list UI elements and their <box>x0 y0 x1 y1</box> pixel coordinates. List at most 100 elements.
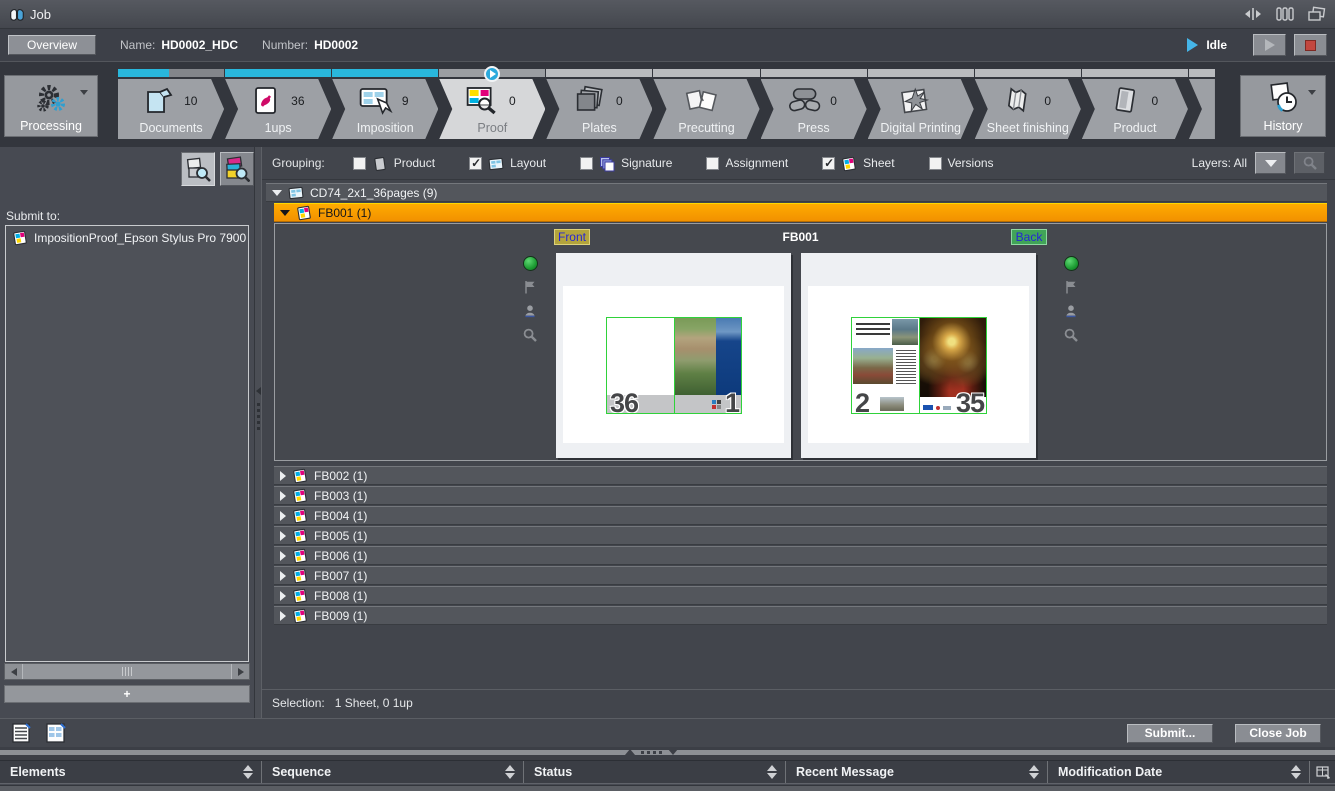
stop-processing-button[interactable] <box>1294 34 1327 56</box>
sheet-row[interactable]: FB006 (1) <box>274 546 1327 565</box>
grouping-option-label: Signature <box>621 156 673 170</box>
scrollbar-thumb[interactable] <box>22 664 232 679</box>
sheet-icon <box>292 488 308 504</box>
progress-segment <box>653 69 760 77</box>
workflow-step[interactable]: Digital Printing <box>868 79 974 139</box>
add-printer-button[interactable]: + <box>4 685 250 703</box>
panels-icon[interactable] <box>1275 5 1295 23</box>
scroll-left-button[interactable] <box>5 664 22 679</box>
sort-arrows[interactable] <box>1021 765 1039 779</box>
splitter-handle[interactable] <box>625 749 678 755</box>
sheet-row[interactable]: FB005 (1) <box>274 526 1327 545</box>
collapse-panel-icon[interactable] <box>1243 5 1263 23</box>
cascade-windows-icon[interactable] <box>1307 5 1327 23</box>
grouping-option-label: Product <box>393 156 436 170</box>
collapsed-arrow-icon[interactable] <box>280 590 286 601</box>
collapsed-arrow-icon[interactable] <box>280 490 286 501</box>
table-column-header[interactable]: Elements <box>0 761 262 783</box>
sort-arrows[interactable] <box>1283 765 1301 779</box>
submit-button[interactable]: Submit... <box>1127 723 1213 743</box>
horizontal-scrollbar[interactable] <box>4 663 250 680</box>
sheet-row[interactable]: FB007 (1) <box>274 566 1327 585</box>
collapsed-arrow-icon[interactable] <box>280 570 286 581</box>
sort-arrows[interactable] <box>235 765 253 779</box>
sheet-row[interactable]: FB004 (1) <box>274 506 1327 525</box>
layout-icon <box>288 185 304 201</box>
text-column-lines <box>895 350 916 384</box>
close-job-button[interactable]: Close Job <box>1235 723 1321 743</box>
sheet-row[interactable]: FB003 (1) <box>274 486 1327 505</box>
proof-color-toggle-button[interactable] <box>220 152 254 186</box>
sort-arrows[interactable] <box>759 765 777 779</box>
magnifier-icon[interactable] <box>1063 327 1079 343</box>
proof-bw-toggle-button[interactable] <box>181 152 215 186</box>
sheet-icon <box>292 528 308 544</box>
front-sheet-preview[interactable]: 36 1 <box>556 253 791 458</box>
workflow-step[interactable]: 0 Proof <box>439 79 545 139</box>
expanded-arrow-icon[interactable] <box>272 189 282 196</box>
sheet-row-label: FB003 (1) <box>314 488 368 503</box>
sheet-row[interactable]: FB002 (1) <box>274 466 1327 485</box>
page-2[interactable]: 2 <box>851 317 920 414</box>
grouping-checkbox[interactable] <box>822 156 836 170</box>
detail-view-button[interactable] <box>44 722 68 745</box>
flag-icon[interactable] <box>522 279 538 295</box>
sheet-icon <box>292 468 308 484</box>
page-35[interactable]: 35 <box>919 317 987 414</box>
table-column-header[interactable]: Modification Date <box>1048 761 1310 783</box>
collapsed-arrow-icon[interactable] <box>280 470 286 481</box>
back-sheet-preview[interactable]: 2 35 <box>801 253 1036 458</box>
layers-inspect-button[interactable] <box>1294 152 1325 174</box>
workflow-step[interactable]: Precutting <box>653 79 759 139</box>
history-menu[interactable]: History <box>1240 75 1326 137</box>
table-config-cell[interactable] <box>1310 761 1335 783</box>
tab-overview[interactable]: Overview <box>8 35 96 55</box>
workflow-step[interactable]: 0 Press <box>761 79 867 139</box>
step-count: 0 <box>1151 94 1159 108</box>
person-icon[interactable] <box>1063 303 1079 319</box>
workflow-step[interactable]: 0 Plates <box>546 79 652 139</box>
sheet-row[interactable]: FB009 (1) <box>274 606 1327 625</box>
grouping-checkbox[interactable] <box>352 156 366 170</box>
page-36[interactable]: 36 <box>606 317 675 414</box>
printer-list-item[interactable]: ImpositionProof_Epson Stylus Pro 7900 <box>6 226 248 246</box>
list-view-button[interactable] <box>10 722 34 745</box>
grouping-checkbox[interactable] <box>469 156 483 170</box>
start-processing-button[interactable] <box>1253 34 1286 56</box>
sort-arrows[interactable] <box>497 765 515 779</box>
magnifier-icon[interactable] <box>522 327 538 343</box>
collapsed-arrow-icon[interactable] <box>280 530 286 541</box>
sheet-row-selected[interactable]: FB001 (1) <box>274 203 1327 222</box>
flag-icon[interactable] <box>1063 279 1079 295</box>
workflow-step[interactable]: 0 Product <box>1082 79 1188 139</box>
grouping-option-label: Versions <box>947 156 994 170</box>
collapsed-arrow-icon[interactable] <box>280 550 286 561</box>
collapsed-arrow-icon[interactable] <box>280 610 286 621</box>
sheet-row[interactable]: FB008 (1) <box>274 586 1327 605</box>
table-column-header[interactable]: Sequence <box>262 761 524 783</box>
vertical-splitter[interactable] <box>254 147 262 718</box>
step-icon <box>1000 85 1036 117</box>
processing-menu[interactable]: Processing <box>4 75 98 137</box>
table-column-header[interactable]: Status <box>524 761 786 783</box>
table-column-header[interactable]: Recent Message <box>786 761 1048 783</box>
step-icon <box>358 85 394 117</box>
expanded-arrow-icon[interactable] <box>280 209 290 216</box>
grouping-option-icon <box>372 156 388 171</box>
person-icon[interactable] <box>522 303 538 319</box>
grouping-checkbox[interactable] <box>580 156 594 170</box>
grouping-checkbox[interactable] <box>706 156 720 170</box>
page-1[interactable]: 1 <box>674 317 742 414</box>
layout-row[interactable]: CD74_2x1_36pages (9) <box>266 183 1327 202</box>
sheet-icon <box>292 568 308 584</box>
layers-dropdown-button[interactable] <box>1255 152 1286 174</box>
workflow-step[interactable]: 10 Documents <box>118 79 224 139</box>
scroll-right-button[interactable] <box>232 664 249 679</box>
collapsed-arrow-icon[interactable] <box>280 510 286 521</box>
workflow-step[interactable]: 36 1ups <box>225 79 331 139</box>
horizontal-splitter[interactable] <box>0 747 1335 760</box>
workflow-step[interactable]: 9 Imposition <box>332 79 438 139</box>
workflow-step[interactable]: 0 Sheet finishing <box>975 79 1081 139</box>
grouping-checkbox[interactable] <box>928 156 942 170</box>
page-photo <box>853 348 893 384</box>
